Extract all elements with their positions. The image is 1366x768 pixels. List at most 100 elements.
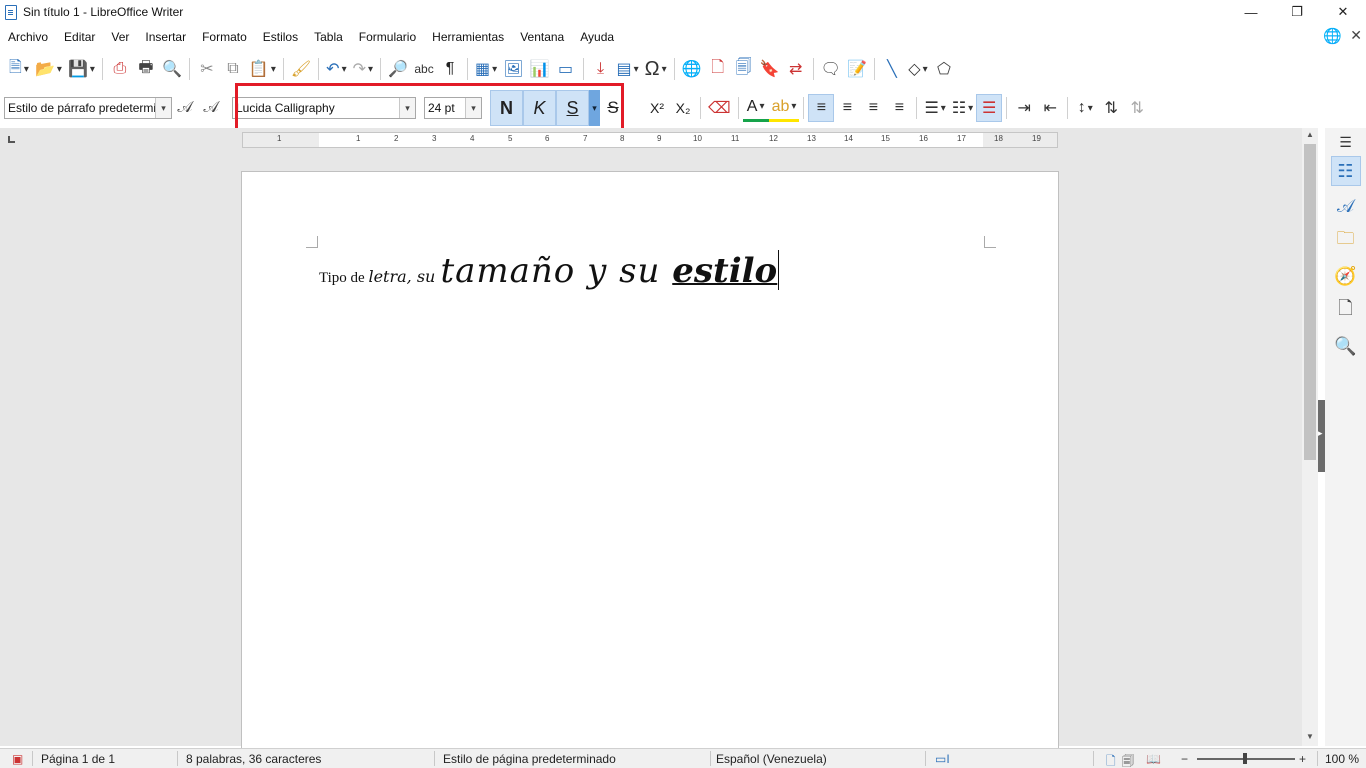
globe-icon[interactable]: 🌐 [1323,27,1342,45]
document-page[interactable]: Tipo de letra, su tamaño y su estilo [241,171,1059,761]
text-cursor-mode-icon[interactable]: ▭I [935,752,950,766]
paste-icon[interactable]: 📋 [246,55,279,83]
word-count[interactable]: 8 palabras, 36 caracteres [186,752,321,766]
insert-chart-icon[interactable]: 📊 [527,55,553,83]
zoom-level[interactable]: 100 % [1325,752,1359,766]
styles-icon[interactable]: 𝒜 [1331,191,1361,221]
menu-archivo[interactable]: Archivo [0,30,56,44]
menu-formato[interactable]: Formato [194,30,255,44]
print-preview-icon[interactable]: 🔍 [159,55,185,83]
menu-editar[interactable]: Editar [56,30,103,44]
document-paragraph[interactable]: Tipo de letra, su tamaño y su estilo [319,250,780,291]
insert-table-icon[interactable]: ▦ [472,55,500,83]
hyperlink-icon[interactable]: 🌐 [679,55,705,83]
insert-field-icon[interactable]: ▤ [614,55,642,83]
sidebar-deck: ☰ ☷ 𝒜 🗀 🧭 🗋 🔍 [1325,128,1366,746]
align-center-button[interactable]: ≡ [834,94,860,122]
menu-herramientas[interactable]: Herramientas [424,30,512,44]
endnote-icon[interactable]: 🗐 [731,55,757,83]
footnote-icon[interactable]: 🗋 [705,55,731,83]
clear-formatting-icon[interactable]: ⌫ [705,94,734,122]
save-icon[interactable]: 💾 [65,55,98,83]
decrease-paragraph-spacing-icon[interactable]: ⇅ [1124,94,1150,122]
zoom-out-icon[interactable]: − [1181,752,1188,766]
comment-icon[interactable]: 🗨 [818,55,844,83]
gallery-icon[interactable]: 🗀 [1331,226,1361,256]
close-button[interactable]: ✕ [1320,0,1366,24]
close-document-button[interactable]: ✕ [1350,27,1362,44]
menu-tabla[interactable]: Tabla [306,30,351,44]
menu-ayuda[interactable]: Ayuda [572,30,622,44]
menu-ver[interactable]: Ver [103,30,137,44]
insert-textbox-icon[interactable]: ▭ [553,55,579,83]
font-color-icon[interactable]: A [742,94,769,122]
clone-formatting-icon[interactable]: 🖌 [288,55,314,83]
update-style-icon[interactable]: 𝒜 [172,94,198,122]
formatting-marks-icon[interactable]: ¶ [437,55,463,83]
maximize-button[interactable]: ❐ [1274,0,1320,24]
style-inspector-icon[interactable]: 🔍 [1331,331,1361,361]
track-changes-icon[interactable]: 📝 [844,55,870,83]
page-count[interactable]: Página 1 de 1 [41,752,115,766]
sidebar-menu-icon[interactable]: ☰ [1339,134,1352,151]
ordered-list-icon[interactable]: ☷ [949,94,976,122]
draw-functions-icon[interactable]: ⬠ [931,55,957,83]
zoom-slider-thumb[interactable] [1243,753,1247,764]
export-pdf-icon[interactable]: ⎙ [107,55,133,83]
tab-stop-selector[interactable] [8,136,15,143]
single-page-view-icon[interactable]: 🗋 [1106,752,1116,768]
line-icon[interactable]: ╲ [879,55,905,83]
print-icon[interactable]: 🖶 [133,55,159,83]
menu-ventana[interactable]: Ventana [512,30,572,44]
undo-icon[interactable]: ↶ [323,55,349,83]
cut-icon[interactable]: ✂ [194,55,220,83]
new-document-icon[interactable]: 🗎 [6,55,32,83]
page-style[interactable]: Estilo de página predeterminado [443,752,616,766]
menu-insertar[interactable]: Insertar [137,30,194,44]
copy-icon[interactable]: ⧉ [220,55,246,83]
page-break-icon[interactable]: ⤓ [588,55,614,83]
scroll-down-icon[interactable]: ▼ [1302,732,1318,744]
highlight-color-icon[interactable]: ab [768,94,800,122]
navigator-icon[interactable]: 🧭 [1331,261,1361,291]
menu-estilos[interactable]: Estilos [255,30,306,44]
increase-paragraph-spacing-icon[interactable]: ⇅ [1098,94,1124,122]
open-folder-icon[interactable]: 📂 [32,55,65,83]
properties-icon[interactable]: ☷ [1330,156,1361,186]
basic-shapes-icon[interactable]: ◇ [905,55,931,83]
decrease-indent-icon[interactable]: ⇤ [1037,94,1063,122]
menu-formulario[interactable]: Formulario [351,30,424,44]
zoom-in-icon[interactable]: + [1299,752,1306,766]
increase-indent-icon[interactable]: ⇥ [1011,94,1037,122]
chevron-down-icon[interactable]: ▾ [155,98,171,118]
book-view-icon[interactable]: 📖 [1146,752,1161,766]
justify-button[interactable]: ≡ [886,94,912,122]
bookmark-icon[interactable]: 🔖 [757,55,783,83]
subscript-button[interactable]: X₂ [670,94,696,122]
redo-icon[interactable]: ↷ [350,55,376,83]
align-left-button[interactable]: ≡ [808,94,835,122]
sidebar-collapse-handle[interactable] [1318,400,1325,472]
scroll-up-icon[interactable]: ▲ [1302,130,1318,142]
horizontal-ruler[interactable]: 1 1 2 3 4 5 6 7 8 9 10 11 12 13 14 15 16… [242,132,1058,148]
scroll-thumb[interactable] [1304,144,1316,460]
vertical-scrollbar[interactable]: ▲ ▼ [1302,128,1318,746]
page-icon[interactable]: 🗋 [1331,296,1361,326]
spelling-icon[interactable]: abc [411,55,437,83]
insert-image-icon[interactable]: 🖼 [500,55,526,83]
align-right-button[interactable]: ≡ [860,94,886,122]
language[interactable]: Español (Venezuela) [716,752,827,766]
paragraph-style-value: Estilo de párrafo predetermin [8,101,155,115]
cross-reference-icon[interactable]: ⇄ [783,55,809,83]
find-replace-icon[interactable]: 🔎 [385,55,411,83]
new-style-icon[interactable]: 𝒜 [198,94,224,122]
multi-page-view-icon[interactable]: 🗐 [1122,752,1134,768]
paragraph-style-select[interactable]: Estilo de párrafo predetermin ▾ [4,97,172,119]
document-modified-icon[interactable]: ▣ [12,752,23,766]
line-spacing-icon[interactable]: ↕ [1072,94,1098,122]
no-list-icon[interactable]: ☰ [976,94,1003,122]
minimize-button[interactable]: — [1228,0,1274,24]
unordered-list-icon[interactable]: ☰ [921,94,948,122]
special-character-icon[interactable]: Ω [642,55,670,83]
superscript-button[interactable]: X² [644,94,670,122]
